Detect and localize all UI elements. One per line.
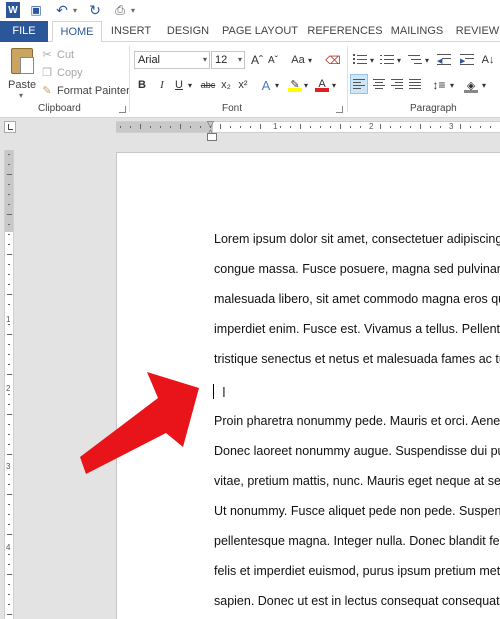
red-arrow-annotation [80,372,199,474]
arrow-shape [80,372,199,474]
